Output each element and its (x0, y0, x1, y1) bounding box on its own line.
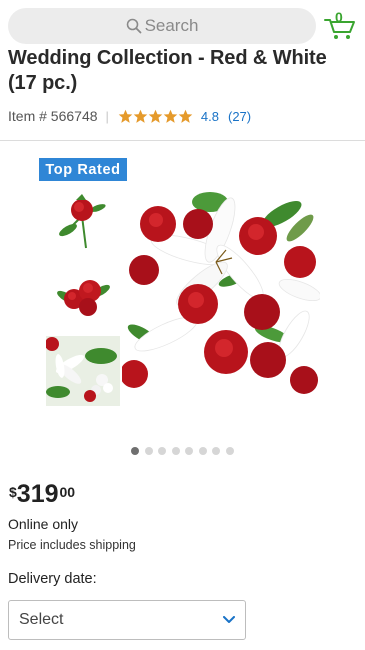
meta-separator: | (105, 108, 109, 124)
thumbnail-rose-cluster[interactable] (46, 261, 120, 331)
divider (0, 140, 365, 141)
rating-value[interactable]: 4.8 (201, 109, 219, 124)
thumbnail-list (45, 186, 120, 411)
delivery-date-select[interactable]: Select (8, 600, 246, 640)
carousel-dots (131, 447, 239, 455)
price-currency: $ (9, 484, 17, 500)
product-meta: Item # 566748 | 4.8 (27) (8, 106, 251, 126)
star-icon (163, 109, 178, 123)
chevron-down-icon (223, 616, 235, 623)
cart-button[interactable]: 0 (324, 9, 358, 40)
top-rated-badge: Top Rated (39, 158, 127, 181)
carousel-dot[interactable] (212, 447, 220, 455)
delivery-date-label: Delivery date: (8, 571, 97, 587)
carousel-dot[interactable] (185, 447, 193, 455)
carousel-dot[interactable] (131, 447, 139, 455)
shipping-note: Price includes shipping (8, 538, 136, 552)
online-only-label: Online only (8, 516, 79, 532)
review-count-link[interactable]: (27) (228, 109, 251, 124)
star-icon (178, 109, 193, 123)
star-icon (133, 109, 148, 123)
search-icon (126, 18, 141, 34)
price-cents: 00 (59, 484, 76, 500)
item-number: Item # 566748 (8, 108, 98, 124)
price-dollars: 319 (16, 480, 59, 508)
carousel-dot[interactable] (171, 447, 180, 455)
cart-icon (324, 19, 355, 39)
carousel-dot[interactable] (158, 447, 166, 455)
product-title: Wedding Collection - Red & White (17 pc.… (8, 47, 327, 94)
product-main-image[interactable] (122, 184, 320, 398)
star-icon (118, 109, 133, 123)
header: Search 0 (0, 0, 365, 50)
rating-stars[interactable] (118, 109, 193, 124)
carousel-dot[interactable] (144, 447, 153, 455)
thumbnail-lilies[interactable] (45, 336, 120, 406)
price: $ 319 00 (9, 480, 75, 508)
star-icon (148, 109, 163, 123)
carousel-dot[interactable] (225, 447, 234, 455)
search-input[interactable]: Search (8, 8, 316, 44)
delivery-date-value: Select (19, 611, 64, 628)
carousel-dot[interactable] (198, 447, 207, 455)
thumbnail-single-rose[interactable] (46, 186, 120, 256)
search-placeholder: Search (144, 16, 199, 35)
